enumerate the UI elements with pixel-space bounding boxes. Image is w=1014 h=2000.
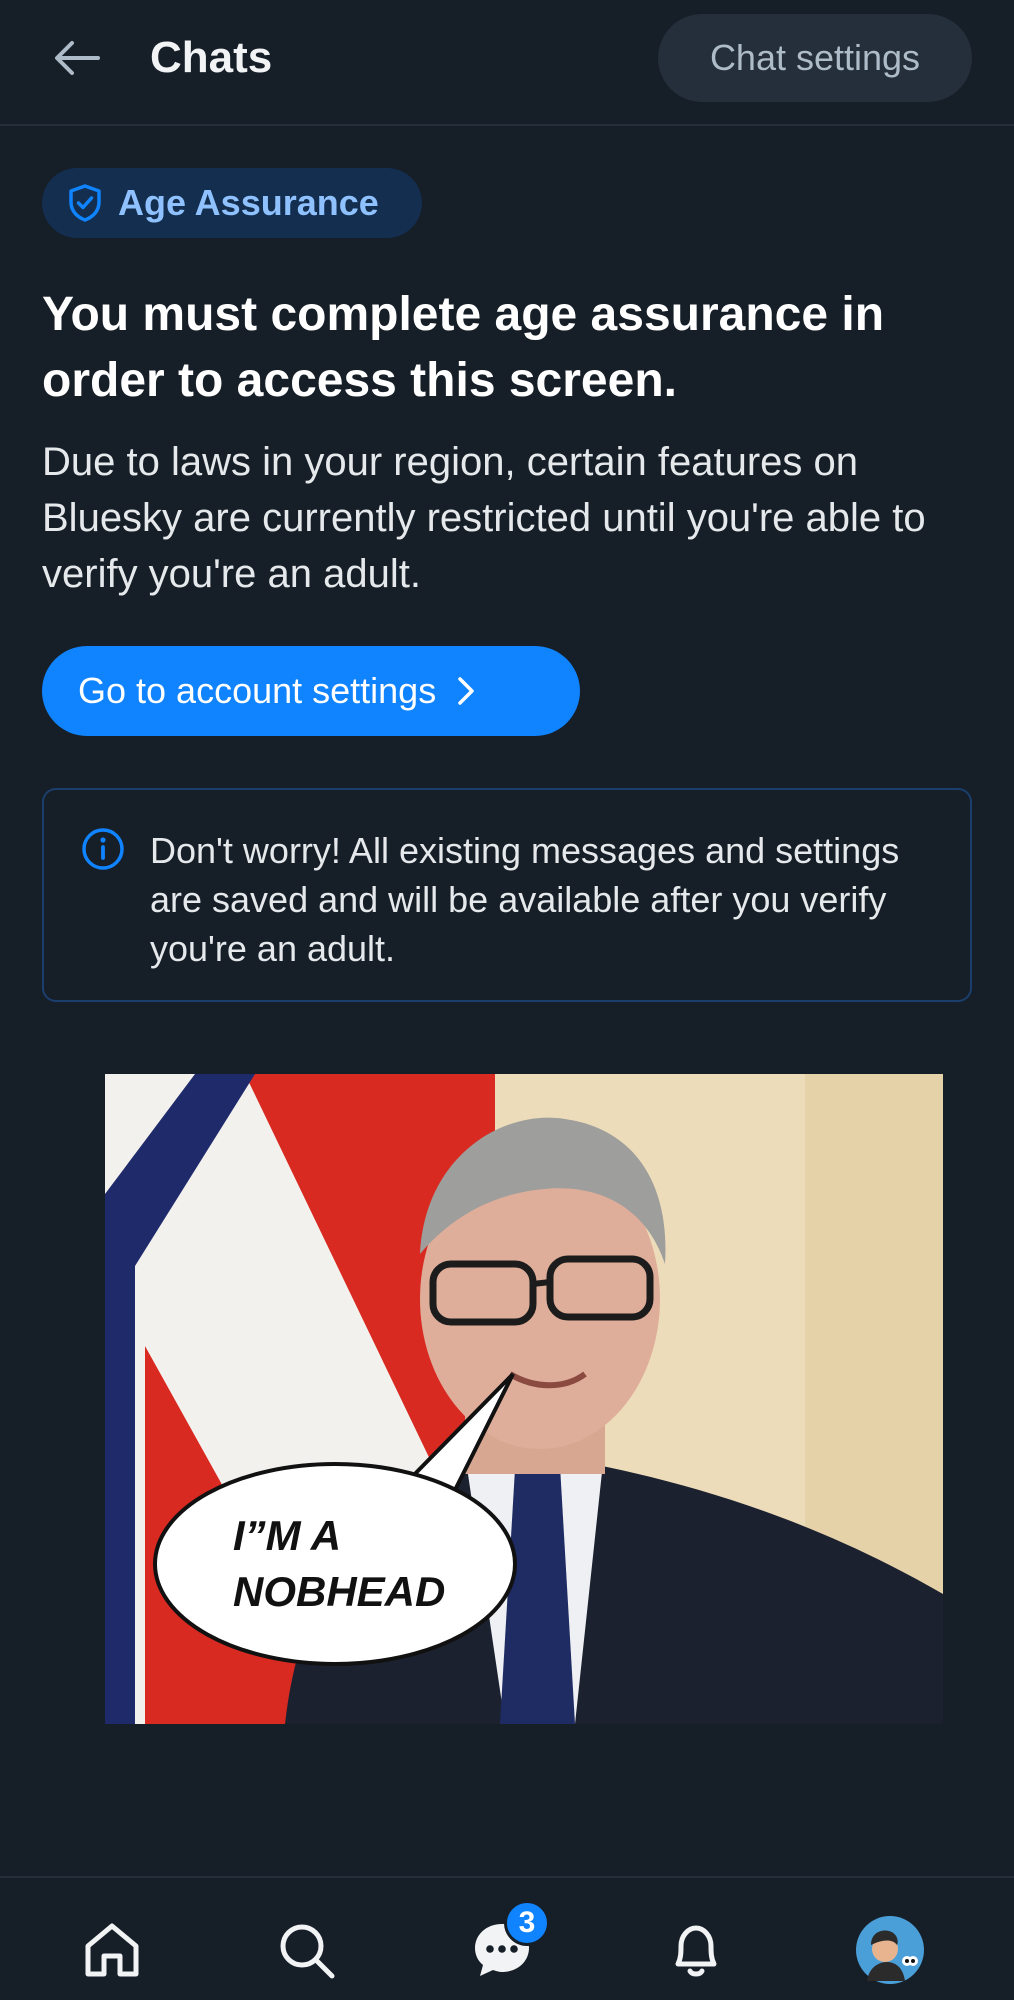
top-header: Chats Chat settings (0, 0, 1014, 126)
avatar (856, 1916, 924, 1984)
back-button[interactable] (44, 30, 110, 86)
speech-bubble-line-1: I”M A (233, 1512, 341, 1559)
bottom-nav: 3 (0, 1876, 1014, 2000)
account-settings-label: Go to account settings (78, 670, 437, 711)
nav-search[interactable] (266, 1910, 346, 1990)
info-notice: Don't worry! All existing messages and s… (42, 788, 972, 1002)
page-title: Chats (150, 33, 273, 82)
chat-settings-button[interactable]: Chat settings (658, 14, 972, 102)
chat-badge: 3 (504, 1900, 550, 1946)
meme-image: I”M A NOBHEAD (105, 1074, 943, 1724)
restriction-description: Due to laws in your region, certain feat… (42, 440, 926, 596)
badge-label: Age Assurance (118, 182, 379, 223)
info-icon (82, 828, 124, 870)
chevron-right-icon (456, 675, 476, 707)
arrow-left-icon (55, 41, 100, 75)
nav-notifications[interactable] (656, 1910, 736, 1990)
home-icon (85, 1923, 139, 1977)
nav-profile[interactable] (850, 1910, 930, 1990)
info-text: Don't worry! All existing messages and s… (150, 830, 900, 969)
search-icon (280, 1924, 335, 1979)
age-assurance-badge: Age Assurance (42, 168, 422, 238)
restriction-heading: You must complete age assurance in order… (42, 288, 885, 407)
nav-home[interactable] (72, 1910, 152, 1990)
account-settings-button[interactable]: Go to account settings (42, 646, 580, 736)
bell-icon (675, 1925, 717, 1977)
speech-bubble-line-2: NOBHEAD (233, 1568, 445, 1615)
shield-check-icon (66, 184, 104, 222)
